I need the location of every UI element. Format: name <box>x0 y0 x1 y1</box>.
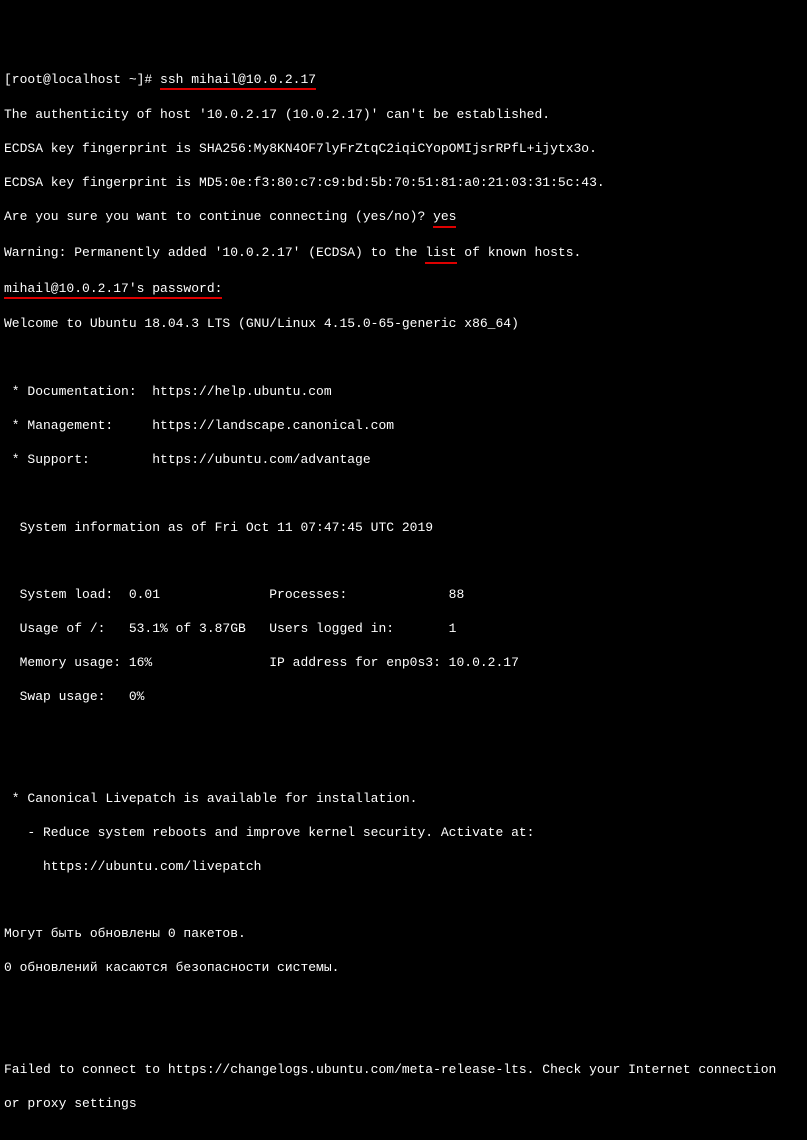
terminal-line-2: The authenticity of host '10.0.2.17 (10.… <box>4 107 803 124</box>
terminal-line-26: Могут быть обновлены 0 пакетов. <box>4 926 803 943</box>
terminal-line-25 <box>4 893 803 910</box>
terminal-line-5: Are you sure you want to continue connec… <box>4 209 803 228</box>
terminal-line-10: * Documentation: https://help.ubuntu.com <box>4 384 803 401</box>
confirm-prompt: Are you sure you want to continue connec… <box>4 209 433 224</box>
terminal-line-6: Warning: Permanently added '10.0.2.17' (… <box>4 245 803 264</box>
terminal-line-22: * Canonical Livepatch is available for i… <box>4 791 803 808</box>
terminal-line-3: ECDSA key fingerprint is SHA256:My8KN4OF… <box>4 141 803 158</box>
terminal-line-12: * Support: https://ubuntu.com/advantage <box>4 452 803 469</box>
terminal-line-32 <box>4 1130 803 1140</box>
terminal-line-30: Failed to connect to https://changelogs.… <box>4 1062 803 1079</box>
terminal-line-21 <box>4 757 803 774</box>
terminal-line-28 <box>4 994 803 1011</box>
shell-prompt[interactable]: [root@localhost ~]# <box>4 72 160 87</box>
terminal-line-9 <box>4 350 803 367</box>
terminal-line-7: mihail@10.0.2.17's password: <box>4 281 803 300</box>
terminal-line-11: * Management: https://landscape.canonica… <box>4 418 803 435</box>
terminal-line-23: - Reduce system reboots and improve kern… <box>4 825 803 842</box>
password-prompt: mihail@10.0.2.17's password: <box>4 281 222 300</box>
terminal-line-19: Swap usage: 0% <box>4 689 803 706</box>
terminal-line-31: or proxy settings <box>4 1096 803 1113</box>
terminal-line-27: 0 обновлений касаются безопасности систе… <box>4 960 803 977</box>
confirm-yes: yes <box>433 209 456 228</box>
terminal-line-18: Memory usage: 16% IP address for enp0s3:… <box>4 655 803 672</box>
terminal-line-1: [root@localhost ~]# ssh mihail@10.0.2.17 <box>4 72 803 91</box>
terminal-line-8: Welcome to Ubuntu 18.04.3 LTS (GNU/Linux… <box>4 316 803 333</box>
terminal-line-20 <box>4 723 803 740</box>
terminal-line-29 <box>4 1028 803 1045</box>
ssh-command: ssh mihail@10.0.2.17 <box>160 72 316 91</box>
terminal-line-13 <box>4 486 803 503</box>
terminal-line-14: System information as of Fri Oct 11 07:4… <box>4 520 803 537</box>
terminal-line-4: ECDSA key fingerprint is MD5:0e:f3:80:c7… <box>4 175 803 192</box>
terminal-line-24: https://ubuntu.com/livepatch <box>4 859 803 876</box>
terminal-line-15 <box>4 554 803 571</box>
terminal-line-17: Usage of /: 53.1% of 3.87GB Users logged… <box>4 621 803 638</box>
terminal-line-16: System load: 0.01 Processes: 88 <box>4 587 803 604</box>
